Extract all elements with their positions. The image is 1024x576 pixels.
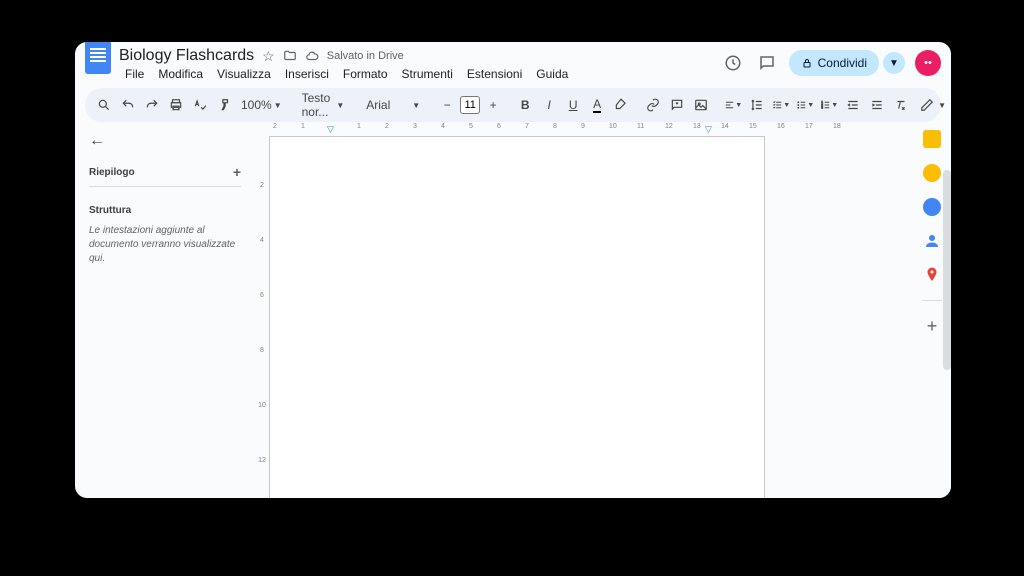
horizontal-ruler[interactable]: 2 1 ▽ 1 2 3 4 5 6 7 8 9 10 11 12 13 ▽ 14… — [269, 122, 951, 136]
zoom-dropdown[interactable]: 100%▼ — [237, 98, 286, 112]
move-folder-icon[interactable] — [283, 49, 297, 63]
document-page[interactable] — [269, 136, 765, 498]
outline-panel: ← Riepilogo + Struttura Le intestazioni … — [75, 122, 255, 498]
left-indent-marker[interactable]: ▽ — [327, 124, 334, 135]
summary-header: Riepilogo — [89, 167, 135, 178]
contacts-icon[interactable] — [923, 232, 941, 250]
lock-icon — [801, 57, 813, 69]
spellcheck-icon[interactable] — [189, 93, 211, 117]
comments-icon[interactable] — [755, 51, 779, 75]
increase-font-icon[interactable]: + — [482, 93, 504, 117]
align-icon[interactable]: ▼ — [722, 93, 744, 117]
right-indent-marker[interactable]: ▽ — [705, 124, 712, 135]
undo-icon[interactable] — [117, 93, 139, 117]
insert-link-icon[interactable] — [642, 93, 664, 117]
decrease-font-icon[interactable]: − — [436, 93, 458, 117]
highlight-icon[interactable] — [610, 93, 632, 117]
history-icon[interactable] — [721, 51, 745, 75]
tasks-icon[interactable] — [923, 198, 941, 216]
content-area: ← Riepilogo + Struttura Le intestazioni … — [75, 122, 951, 498]
app-window: Biology Flashcards ☆ Salvato in Drive Fi… — [75, 42, 951, 498]
bulleted-list-icon[interactable]: ▼ — [794, 93, 816, 117]
share-button[interactable]: Condividi — [789, 50, 879, 76]
checklist-icon[interactable]: ▼ — [770, 93, 792, 117]
account-avatar[interactable]: •• — [915, 50, 941, 76]
menu-tools[interactable]: Strumenti — [396, 65, 459, 83]
line-spacing-icon[interactable] — [746, 93, 768, 117]
calendar-icon[interactable] — [923, 130, 941, 148]
keep-icon[interactable] — [923, 164, 941, 182]
redo-icon[interactable] — [141, 93, 163, 117]
search-icon[interactable] — [93, 93, 115, 117]
font-dropdown[interactable]: Arial▼ — [360, 98, 426, 112]
insert-image-icon[interactable] — [690, 93, 712, 117]
underline-icon[interactable]: U — [562, 93, 584, 117]
menu-file[interactable]: File — [119, 65, 150, 83]
docs-logo-icon[interactable] — [85, 42, 111, 74]
increase-indent-icon[interactable] — [866, 93, 888, 117]
add-addon-icon[interactable]: + — [923, 317, 941, 335]
toolbar: 100%▼ Testo nor...▼ Arial▼ − + B I U A ▼… — [85, 88, 941, 122]
menu-edit[interactable]: Modifica — [152, 65, 209, 83]
paint-format-icon[interactable] — [213, 93, 235, 117]
menu-format[interactable]: Formato — [337, 65, 394, 83]
clear-formatting-icon[interactable] — [890, 93, 912, 117]
editing-mode-dropdown[interactable]: ▼ — [914, 98, 951, 112]
share-label: Condividi — [818, 56, 867, 70]
close-outline-icon[interactable]: ← — [89, 132, 105, 150]
document-title[interactable]: Biology Flashcards — [119, 47, 254, 65]
cloud-status-icon[interactable] — [305, 49, 319, 63]
share-dropdown[interactable]: ▼ — [883, 52, 905, 74]
paragraph-style-dropdown[interactable]: Testo nor...▼ — [296, 91, 351, 119]
add-comment-icon[interactable] — [666, 93, 688, 117]
menu-view[interactable]: Visualizza — [211, 65, 277, 83]
menu-insert[interactable]: Inserisci — [279, 65, 335, 83]
structure-empty-text: Le intestazioni aggiunte al documento ve… — [89, 224, 241, 266]
numbered-list-icon[interactable]: 123▼ — [818, 93, 840, 117]
save-status: Salvato in Drive — [327, 50, 404, 62]
add-summary-icon[interactable]: + — [233, 164, 241, 180]
italic-icon[interactable]: I — [538, 93, 560, 117]
svg-text:3: 3 — [822, 106, 824, 110]
structure-header: Struttura — [89, 205, 241, 216]
side-panel: + — [913, 124, 951, 335]
menu-extensions[interactable]: Estensioni — [461, 65, 528, 83]
header-actions: Condividi ▼ •• — [721, 50, 941, 76]
star-icon[interactable]: ☆ — [262, 48, 275, 65]
maps-icon[interactable] — [923, 266, 941, 284]
font-size-input[interactable] — [460, 96, 480, 114]
print-icon[interactable] — [165, 93, 187, 117]
decrease-indent-icon[interactable] — [842, 93, 864, 117]
menu-help[interactable]: Guida — [530, 65, 574, 83]
document-area: 2 1 ▽ 1 2 3 4 5 6 7 8 9 10 11 12 13 ▽ 14… — [269, 122, 951, 498]
text-color-icon[interactable]: A — [586, 93, 608, 117]
bold-icon[interactable]: B — [514, 93, 536, 117]
vertical-ruler[interactable]: 2 4 6 8 10 12 — [255, 122, 269, 498]
